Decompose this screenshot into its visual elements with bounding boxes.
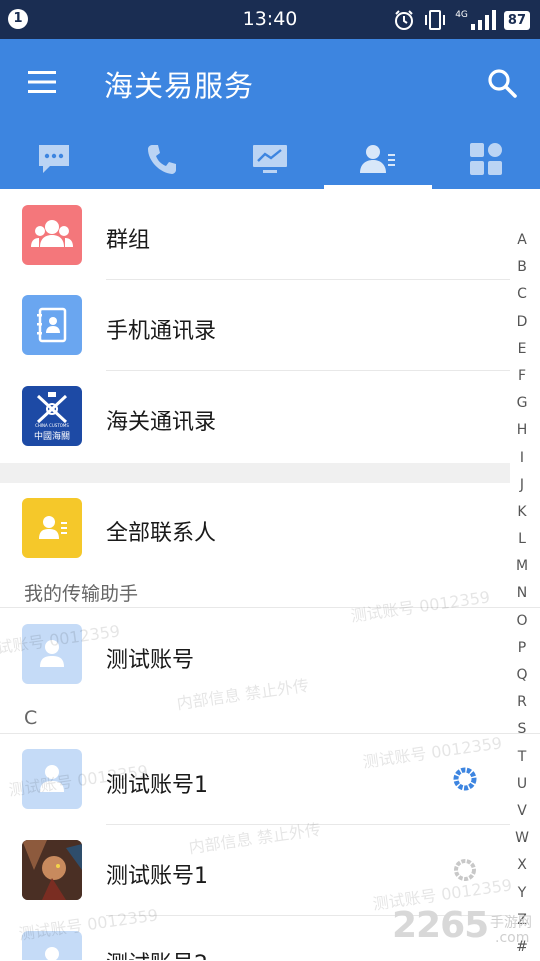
apps-icon [470,143,502,175]
site-logo: 2265 [392,905,489,946]
contact-name: 测试账号2 [106,946,208,960]
app-title: 海关易服务 [104,69,255,103]
groups-row[interactable]: 群组 [0,189,510,280]
alphabet-letter[interactable]: E [508,336,536,363]
alphabet-letter[interactable]: T [508,744,536,771]
signal-icon [470,10,496,30]
tab-workbench[interactable] [216,129,324,189]
contact-avatar [22,840,82,900]
alphabet-letter[interactable]: P [508,635,536,662]
address-book-icon [37,307,67,343]
app-bar: 海关易服务 [0,39,540,189]
alphabet-letter[interactable]: X [508,852,536,879]
game-character-avatar [22,840,82,900]
section-header: 我的传输助手 [24,583,139,605]
chart-icon [253,145,287,173]
site-logo-suffix: 手游网 [490,915,532,931]
alphabet-letter[interactable]: Y [508,880,536,907]
alphabet-letter[interactable]: M [508,553,536,580]
phone-contacts-row[interactable]: 手机通讯录 [0,280,510,371]
online-status-icon [453,767,477,791]
phone-contacts-avatar [22,295,82,355]
section-header: C [24,707,38,729]
customs-emblem-icon: CHINA CUSTOMS 中國海關 [34,392,70,442]
contact-name: 测试账号1 [106,864,208,889]
alphabet-letter[interactable]: B [508,254,536,281]
customs-contacts-label: 海关通讯录 [106,410,217,435]
tab-apps[interactable] [432,129,540,189]
alphabet-letter[interactable]: U [508,771,536,798]
all-contacts-label: 全部联系人 [106,521,217,546]
alphabet-letter[interactable]: S [508,716,536,743]
alarm-icon [395,10,414,30]
tab-contacts[interactable] [324,129,432,189]
search-icon[interactable] [486,67,518,99]
status-icons: 4G 87 [393,9,530,31]
all-contacts-avatar [22,498,82,558]
customs-logo-text: 中國海關 [34,430,70,442]
alphabet-letter[interactable]: H [508,417,536,444]
chat-icon [39,145,69,173]
contacts-list[interactable]: 群组 手机通讯录 CHINA CUSTOMS 中國海關 海关通讯录 全部联系人 … [0,189,540,960]
alphabet-letter[interactable]: R [508,689,536,716]
alphabet-letter[interactable]: D [508,309,536,336]
alphabet-letter[interactable]: L [508,526,536,553]
tab-calls[interactable] [108,129,216,189]
customs-contacts-row[interactable]: CHINA CUSTOMS 中國海關 海关通讯录 [0,371,510,461]
alphabet-letter[interactable]: O [508,608,536,635]
groups-avatar [22,205,82,265]
alphabet-letter[interactable]: N [508,580,536,607]
contact-name: 测试账号 [106,648,195,673]
network-type: 4G [455,10,468,20]
alphabet-letter[interactable]: A [508,227,536,254]
alphabet-letter[interactable]: W [508,825,536,852]
site-logo-domain: .com [495,930,530,946]
vibrate-icon [425,10,446,30]
section-separator [0,463,510,483]
alphabet-letter[interactable]: G [508,390,536,417]
battery-level: 87 [503,10,530,30]
phone-icon [148,145,176,174]
status-bar: 1 13:40 4G 87 [0,0,540,39]
menu-icon[interactable] [28,69,56,95]
all-contacts-row[interactable]: 全部联系人 [0,483,510,563]
customs-logo-subtext: CHINA CUSTOMS [35,423,69,428]
customs-logo: CHINA CUSTOMS 中國海關 [22,386,82,446]
alphabet-letter[interactable]: F [508,363,536,390]
alphabet-letter[interactable]: J [508,472,536,499]
tab-bar [0,129,540,189]
tab-messages[interactable] [0,129,108,189]
alphabet-letter[interactable]: V [508,798,536,825]
group-icon [31,220,73,247]
contact-card-icon [39,516,67,539]
groups-label: 群组 [106,228,151,253]
alphabet-letter[interactable]: C [508,281,536,308]
alphabet-index[interactable]: A B C D E F G H I J K L M N O P Q R S T U V W X Y Z # [508,227,536,961]
alphabet-letter[interactable]: K [508,499,536,526]
phone-contacts-label: 手机通讯录 [106,319,217,344]
contacts-icon [360,145,395,173]
alphabet-letter[interactable]: Q [508,662,536,689]
alphabet-letter[interactable]: I [508,445,536,472]
